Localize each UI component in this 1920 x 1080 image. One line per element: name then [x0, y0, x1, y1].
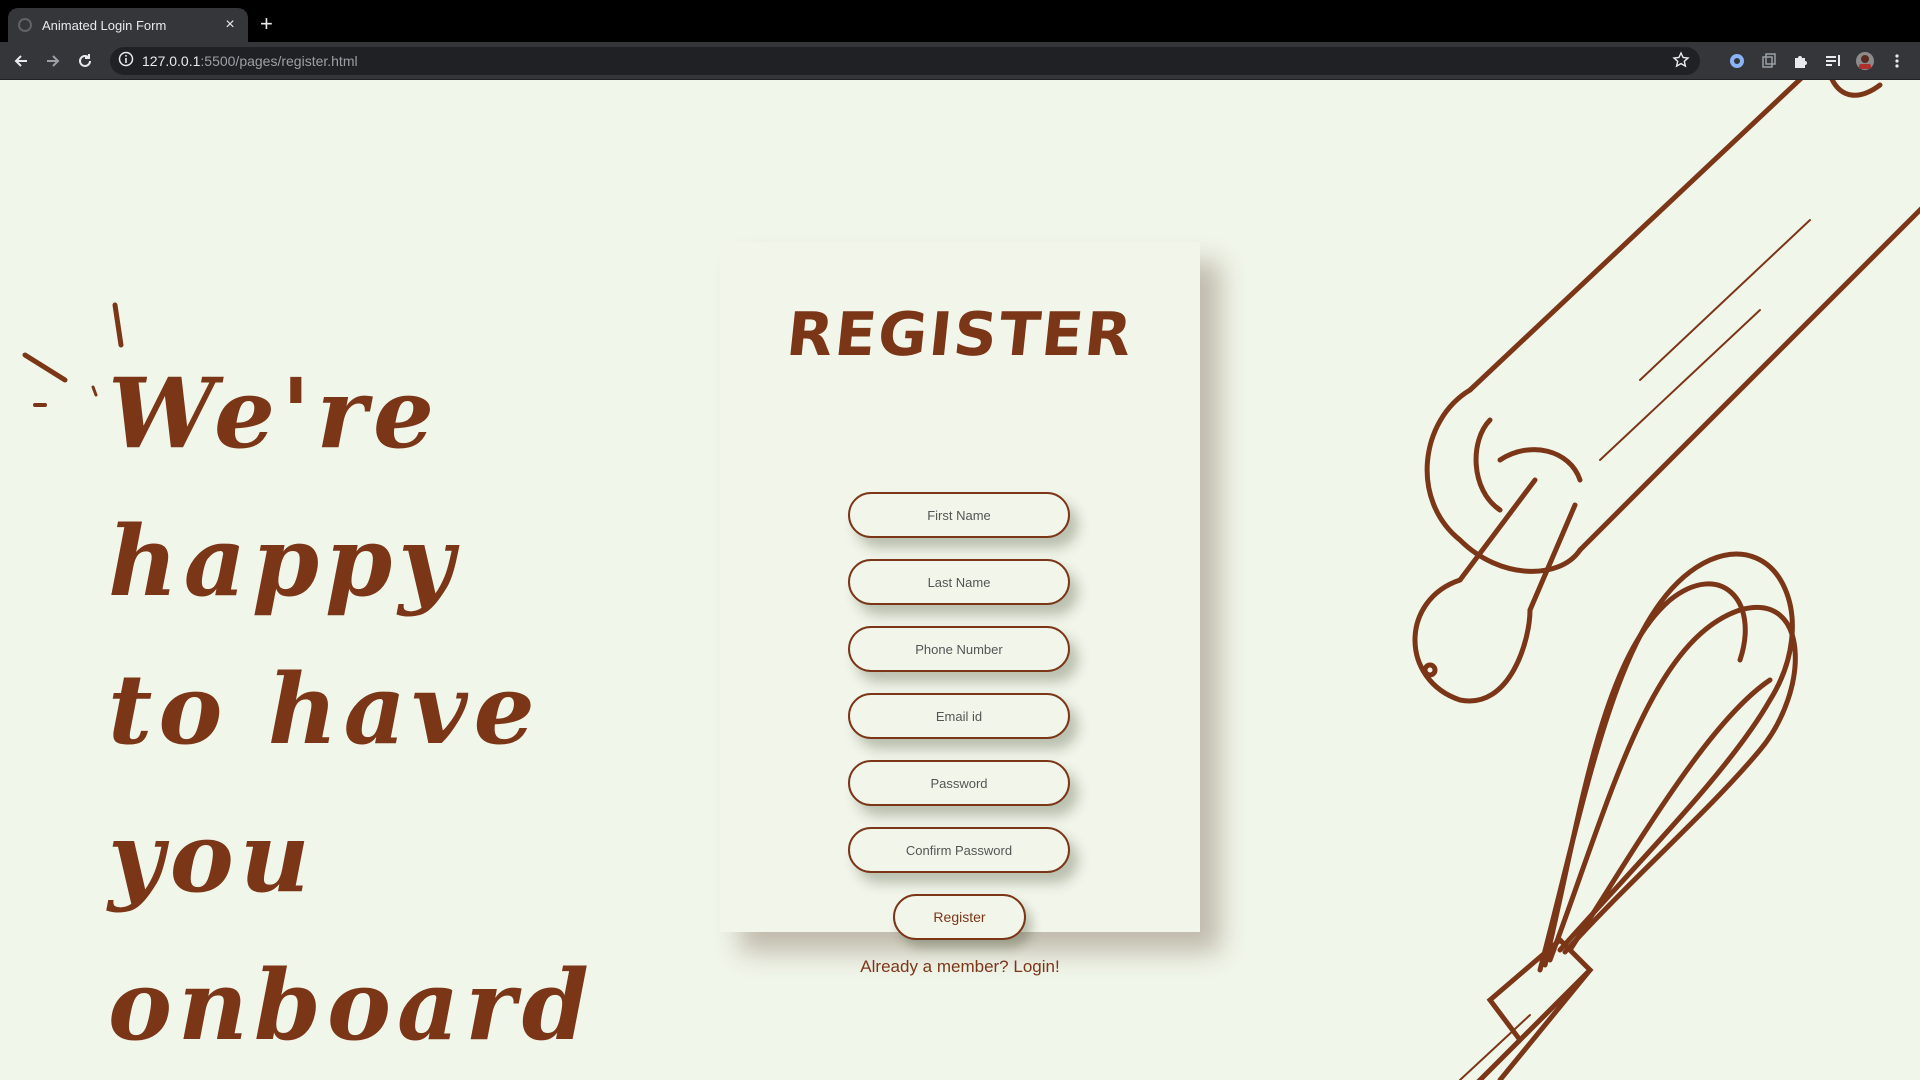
- bookmark-star-icon[interactable]: [1672, 51, 1690, 74]
- address-bar[interactable]: 127.0.0.1:5500/pages/register.html: [110, 47, 1700, 75]
- extension-icon[interactable]: [1726, 50, 1748, 72]
- puzzle-icon[interactable]: [1790, 50, 1812, 72]
- email-field[interactable]: [848, 693, 1070, 739]
- login-link[interactable]: Already a member? Login!: [720, 957, 1200, 977]
- forward-icon[interactable]: [42, 50, 64, 72]
- phone-number-field[interactable]: [848, 626, 1070, 672]
- back-icon[interactable]: [10, 50, 32, 72]
- password-field[interactable]: [848, 760, 1070, 806]
- new-tab-button[interactable]: +: [260, 12, 273, 36]
- browser-tab[interactable]: Animated Login Form ×: [8, 8, 248, 42]
- last-name-field[interactable]: [848, 559, 1070, 605]
- copy-extension-icon[interactable]: [1758, 50, 1780, 72]
- rolling-pin-icon: [1412, 80, 1920, 704]
- headline-line: We're: [108, 357, 441, 470]
- profile-avatar[interactable]: [1854, 50, 1876, 72]
- confirm-password-field[interactable]: [848, 827, 1070, 873]
- close-tab-icon[interactable]: ×: [222, 16, 238, 34]
- url-host: 127.0.0.1: [142, 53, 201, 69]
- browser-tabstrip: Animated Login Form × +: [0, 0, 1920, 42]
- tab-title: Animated Login Form: [42, 17, 167, 33]
- url-path: :5500/pages/register.html: [200, 53, 358, 69]
- headline-line: onboard: [108, 949, 595, 1062]
- browser-toolbar: 127.0.0.1:5500/pages/register.html: [0, 42, 1920, 80]
- page-viewport: We're happy to have you onboard REGISTER…: [0, 80, 1920, 1080]
- reload-icon[interactable]: [74, 50, 96, 72]
- more-options-icon[interactable]: [1886, 50, 1908, 72]
- welcome-headline: We're happy to have you onboard: [108, 340, 595, 1080]
- baking-illustration: [1412, 80, 1920, 1080]
- register-card: REGISTER Register Already a member? Logi…: [720, 242, 1200, 976]
- info-icon[interactable]: [118, 51, 134, 72]
- globe-icon: [18, 18, 32, 32]
- whisk-icon: [1459, 551, 1798, 1080]
- headline-line: happy: [108, 505, 461, 618]
- register-title: REGISTER: [783, 300, 1137, 370]
- register-button[interactable]: Register: [893, 894, 1026, 940]
- headline-line: to have: [108, 653, 541, 766]
- media-queue-icon[interactable]: [1822, 50, 1844, 72]
- headline-line: you: [108, 801, 316, 914]
- first-name-field[interactable]: [848, 492, 1070, 538]
